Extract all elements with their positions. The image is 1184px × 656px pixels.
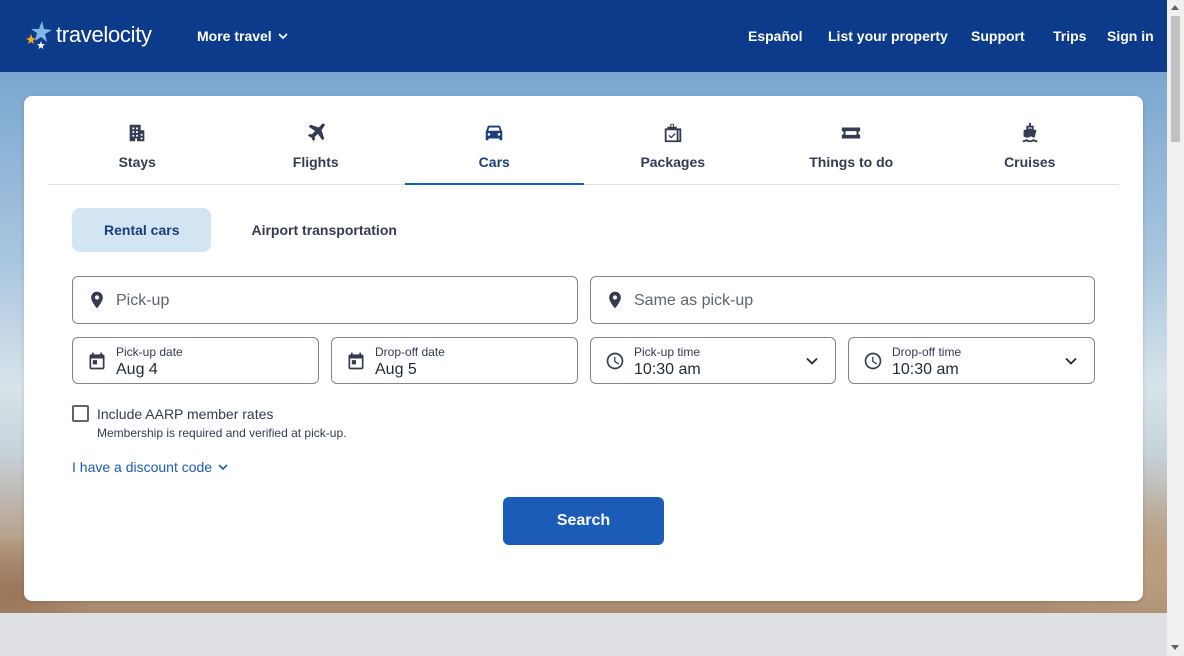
pickup-placeholder: Pick-up (116, 292, 170, 309)
tab-stays[interactable]: Stays (48, 96, 227, 184)
pickup-date-field[interactable]: Pick-up date Aug 4 (72, 337, 319, 384)
tab-stays-label: Stays (118, 154, 156, 170)
subtab-rental-cars[interactable]: Rental cars (72, 208, 212, 252)
search-card: Stays Flights Cars Packages Things to do… (24, 96, 1143, 601)
tab-cruises-label: Cruises (1004, 154, 1056, 170)
dropoff-date-value: Aug 5 (375, 361, 417, 378)
nav-sign-in[interactable]: Sign in (1107, 28, 1154, 44)
pickup-time-value: 10:30 am (634, 361, 701, 378)
airplane-icon (307, 123, 325, 142)
search-button[interactable]: Search (503, 497, 664, 545)
chevron-down-icon (218, 463, 228, 470)
nav-language[interactable]: Español (748, 28, 802, 44)
travelocity-logo[interactable]: travelocity (24, 20, 152, 50)
tab-cars[interactable]: Cars (405, 96, 584, 185)
chevron-down-icon (278, 32, 288, 39)
dropoff-time-value: 10:30 am (892, 361, 959, 378)
pickup-date-label: Pick-up date (116, 345, 183, 359)
aarp-sublabel: Membership is required and verified at p… (97, 426, 347, 440)
tab-packages-label: Packages (640, 154, 706, 170)
discount-code-label: I have a discount code (72, 459, 213, 475)
aarp-label[interactable]: Include AARP member rates (97, 406, 273, 422)
nav-list-property[interactable]: List your property (828, 28, 948, 44)
scroll-up-arrow-icon[interactable] (1171, 5, 1179, 10)
scroll-down-arrow-icon[interactable] (1171, 645, 1179, 650)
clock-icon (864, 352, 882, 370)
tab-things-to-do-label: Things to do (809, 154, 894, 170)
tab-cars-label: Cars (478, 154, 510, 170)
nav-support[interactable]: Support (971, 28, 1025, 44)
tab-things-to-do[interactable]: Things to do (762, 96, 941, 184)
nav-trips[interactable]: Trips (1053, 28, 1086, 44)
dropoff-date-label: Drop-off date (375, 345, 445, 359)
site-header: travelocity More travel Español List you… (0, 0, 1167, 72)
tab-packages[interactable]: Packages (584, 96, 763, 184)
dropoff-date-field[interactable]: Drop-off date Aug 5 (331, 337, 578, 384)
map-pin-icon (609, 291, 621, 309)
building-icon (129, 124, 145, 142)
more-travel-menu[interactable]: More travel (197, 28, 288, 44)
chevron-down-icon (1065, 357, 1077, 365)
car-icon (486, 125, 503, 141)
scroll-thumb[interactable] (1171, 16, 1180, 142)
aarp-checkbox[interactable] (72, 405, 89, 422)
pickup-date-value: Aug 4 (116, 361, 158, 378)
dropoff-location-field[interactable]: Same as pick-up (590, 276, 1095, 324)
calendar-icon (89, 352, 105, 370)
dropoff-time-select[interactable]: Drop-off time 10:30 am (848, 337, 1095, 384)
luggage-icon (664, 123, 681, 143)
clock-icon (606, 352, 624, 370)
tab-flights[interactable]: Flights (227, 96, 406, 184)
pickup-location-field[interactable]: Pick-up (72, 276, 578, 324)
dropoff-placeholder: Same as pick-up (634, 292, 754, 309)
pickup-time-select[interactable]: Pick-up time 10:30 am (590, 337, 836, 384)
travel-type-tabs: Stays Flights Cars Packages Things to do… (48, 96, 1119, 185)
dropoff-time-label: Drop-off time (892, 345, 962, 359)
page-below-fold (0, 613, 1167, 656)
tab-flights-label: Flights (292, 154, 339, 170)
calendar-icon (348, 352, 364, 370)
pickup-time-label: Pick-up time (634, 345, 701, 359)
more-travel-label: More travel (197, 28, 272, 44)
gnome-star-icon (26, 21, 52, 49)
vertical-scrollbar[interactable] (1167, 0, 1184, 656)
subtab-airport-transportation[interactable]: Airport transportation (219, 208, 428, 252)
discount-code-toggle[interactable]: I have a discount code (72, 459, 228, 475)
map-pin-icon (91, 291, 103, 309)
tab-cruises[interactable]: Cruises (941, 96, 1120, 184)
ticket-icon (842, 127, 861, 139)
car-subtabs: Rental cars Airport transportation (72, 208, 429, 252)
logo-text: travelocity (56, 22, 152, 47)
ship-icon (1022, 122, 1038, 143)
chevron-down-icon (806, 357, 818, 365)
